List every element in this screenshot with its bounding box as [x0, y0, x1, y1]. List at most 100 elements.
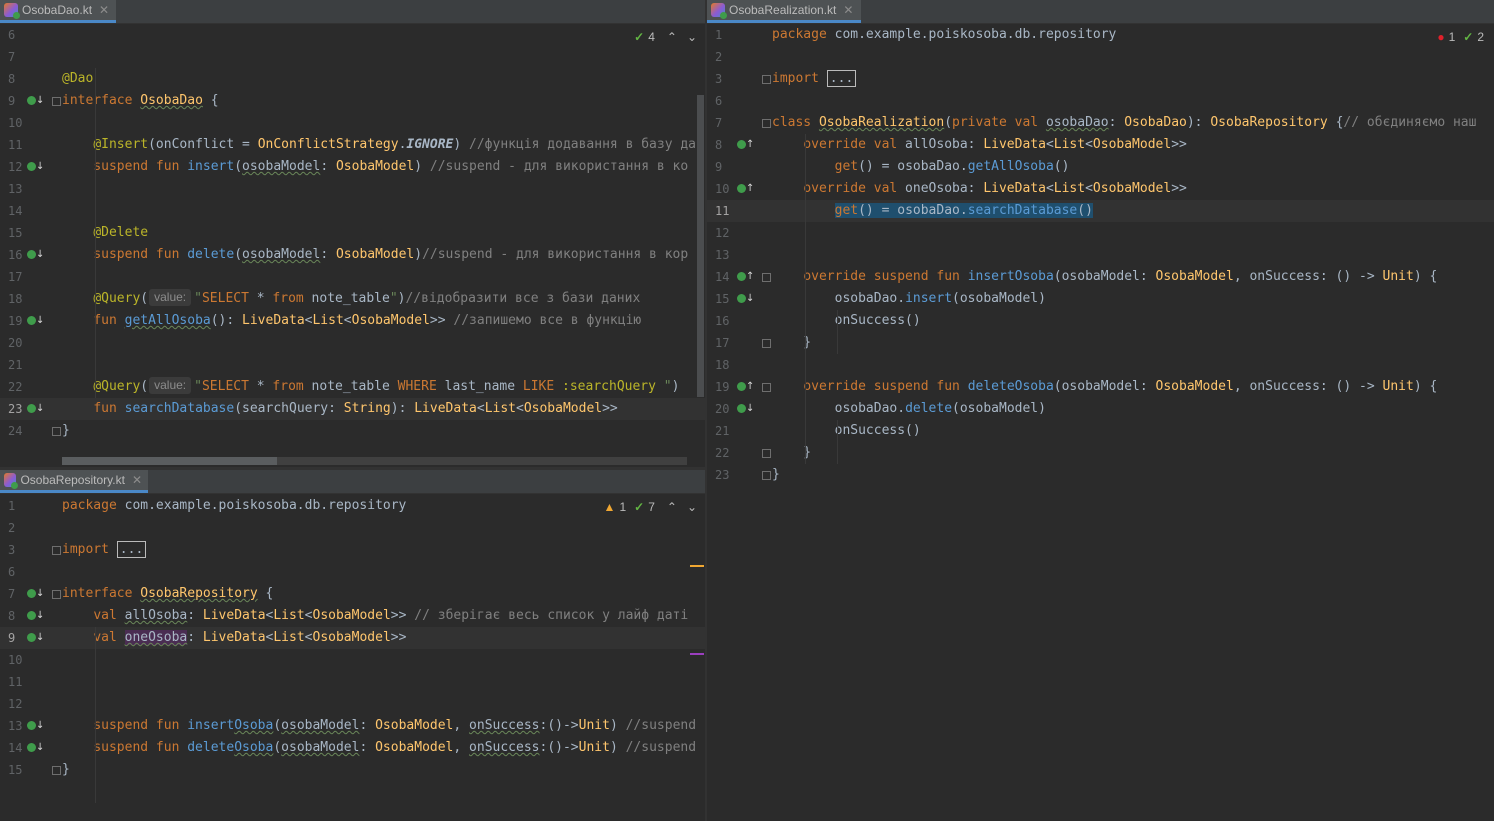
code-text[interactable]: fun getAllOsoba(): LiveData<List<OsobaMo…: [62, 310, 641, 332]
fold-marker-icon[interactable]: [762, 75, 771, 84]
line-number[interactable]: 8: [8, 68, 38, 90]
fold-marker-icon[interactable]: [762, 383, 771, 392]
line-number[interactable]: 14: [8, 200, 38, 222]
code-text[interactable]: get() = osobaDao.searchDatabase(): [772, 200, 1093, 222]
code-text[interactable]: class OsobaRealization(private val osoba…: [772, 112, 1476, 134]
close-icon[interactable]: ✕: [132, 473, 142, 487]
close-icon[interactable]: ✕: [843, 3, 853, 17]
code-text[interactable]: fun searchDatabase(searchQuery: String):…: [62, 398, 617, 420]
implemented-down-icon[interactable]: ↓: [737, 402, 754, 416]
code-line[interactable]: 22 @Query(value: "SELECT * from note_tabl…: [0, 376, 705, 398]
code-area[interactable]: 1 package com.example.poiskosoba.db.repos…: [0, 495, 705, 815]
code-line[interactable]: 19 fun getAllOsoba(): LiveData<List<Osob…: [0, 310, 705, 332]
code-line[interactable]: 2: [707, 46, 1494, 68]
code-text[interactable]: override val oneOsoba: LiveData<List<Oso…: [772, 178, 1187, 200]
code-area[interactable]: 6 7 8 @Dao 9 interface OsobaDao {↓ 10 11 @Inser…: [0, 24, 705, 442]
line-number[interactable]: 3: [8, 539, 38, 561]
code-line[interactable]: 1 package com.example.poiskosoba.db.repos…: [0, 495, 705, 517]
code-text[interactable]: val allOsoba: LiveData<List<OsobaModel>>…: [62, 605, 688, 627]
line-number[interactable]: 11: [8, 671, 38, 693]
code-text[interactable]: @Delete: [62, 222, 148, 244]
code-line[interactable]: 6: [0, 561, 705, 583]
implements-up-icon[interactable]: ↑: [737, 182, 754, 196]
code-line[interactable]: 14: [0, 200, 705, 222]
code-line[interactable]: 7 class OsobaRealization(private val osob…: [707, 112, 1494, 134]
implemented-down-icon[interactable]: ↓: [27, 587, 44, 601]
warning-marker[interactable]: [690, 565, 704, 567]
line-number[interactable]: 23: [715, 464, 745, 486]
line-number[interactable]: 15: [8, 222, 38, 244]
code-text[interactable]: @Insert(onConflict = OnConflictStrategy.…: [62, 134, 696, 156]
code-line[interactable]: 21: [0, 354, 705, 376]
line-number[interactable]: 2: [715, 46, 745, 68]
code-text[interactable]: }: [772, 464, 780, 486]
fold-marker-icon[interactable]: [762, 471, 771, 480]
code-line[interactable]: 15}: [0, 759, 705, 781]
tab-osobadao[interactable]: OsobaDao.kt ✕: [0, 0, 116, 23]
code-line[interactable]: 12: [0, 693, 705, 715]
fold-marker-icon[interactable]: [52, 590, 61, 599]
line-number[interactable]: 13: [8, 178, 38, 200]
code-line[interactable]: 7 interface OsobaRepository {↓: [0, 583, 705, 605]
line-number[interactable]: 24: [8, 420, 38, 442]
code-line[interactable]: 8 override val allOsoba: LiveData<List<O…: [707, 134, 1494, 156]
line-number[interactable]: 1: [715, 24, 745, 46]
code-text[interactable]: osobaDao.insert(osobaModel): [772, 288, 1046, 310]
fold-marker-icon[interactable]: [762, 273, 771, 282]
fold-marker-icon[interactable]: [762, 119, 771, 128]
code-line[interactable]: 3 import ...: [707, 68, 1494, 90]
line-number[interactable]: 12: [715, 222, 745, 244]
code-line[interactable]: 22 }: [707, 442, 1494, 464]
code-line[interactable]: 10: [0, 649, 705, 671]
code-line[interactable]: 18 @Query(value: "SELECT * from note_tabl…: [0, 288, 705, 310]
line-number[interactable]: 10: [8, 649, 38, 671]
code-line[interactable]: 9 get() = osobaDao.getAllOsoba(): [707, 156, 1494, 178]
fold-marker-icon[interactable]: [762, 339, 771, 348]
code-line[interactable]: 14 override suspend fun insertOsoba(osob…: [707, 266, 1494, 288]
line-number[interactable]: 2: [8, 517, 38, 539]
implements-up-icon[interactable]: ↑: [737, 380, 754, 394]
tab-osobarepository[interactable]: OsobaRepository.kt ✕: [0, 470, 148, 493]
line-number[interactable]: 17: [8, 266, 38, 288]
code-line[interactable]: 11: [0, 671, 705, 693]
code-line[interactable]: 6: [0, 24, 705, 46]
line-number[interactable]: 22: [8, 376, 38, 398]
code-text[interactable]: import ...: [62, 539, 147, 561]
fold-marker-icon[interactable]: [52, 427, 61, 436]
code-line[interactable]: 1 package com.example.poiskosoba.db.repos…: [707, 24, 1494, 46]
code-text[interactable]: import ...: [772, 68, 857, 90]
code-text[interactable]: onSuccess(): [772, 420, 921, 442]
code-line[interactable]: 2: [0, 517, 705, 539]
implemented-down-icon[interactable]: ↓: [737, 292, 754, 306]
code-line[interactable]: 9 val oneOsoba: LiveData<List<OsobaModel…: [0, 627, 705, 649]
line-number[interactable]: 9: [715, 156, 745, 178]
line-number[interactable]: 16: [715, 310, 745, 332]
vertical-scrollbar[interactable]: [697, 95, 704, 397]
code-line[interactable]: 17 }: [707, 332, 1494, 354]
code-text[interactable]: @Query(value: "SELECT * from note_table W…: [62, 376, 679, 398]
tab-osobarealization[interactable]: OsobaRealization.kt ✕: [707, 0, 861, 23]
code-text[interactable]: package com.example.poiskosoba.db.reposi…: [62, 495, 406, 517]
code-text[interactable]: @Query(value: "SELECT * from note_table")…: [62, 288, 640, 310]
code-text[interactable]: @Dao: [62, 68, 93, 90]
code-text[interactable]: override suspend fun deleteOsoba(osobaMo…: [772, 376, 1437, 398]
implements-up-icon[interactable]: ↑: [737, 138, 754, 152]
implemented-down-icon[interactable]: ↓: [27, 314, 44, 328]
code-line[interactable]: 3 import ...: [0, 539, 705, 561]
line-number[interactable]: 22: [715, 442, 745, 464]
code-line[interactable]: 17: [0, 266, 705, 288]
line-number[interactable]: 18: [715, 354, 745, 376]
horizontal-scrollbar[interactable]: [62, 457, 687, 465]
line-number[interactable]: 11: [715, 200, 745, 222]
line-number[interactable]: 13: [715, 244, 745, 266]
line-number[interactable]: 6: [715, 90, 745, 112]
code-text[interactable]: get() = osobaDao.getAllOsoba(): [772, 156, 1070, 178]
line-number[interactable]: 18: [8, 288, 38, 310]
fold-marker-icon[interactable]: [52, 546, 61, 555]
line-number[interactable]: 21: [8, 354, 38, 376]
fold-marker-icon[interactable]: [762, 449, 771, 458]
code-line[interactable]: 20: [0, 332, 705, 354]
code-line[interactable]: 11 @Insert(onConflict = OnConflictStrate…: [0, 134, 705, 156]
fold-marker-icon[interactable]: [52, 766, 61, 775]
code-text[interactable]: interface OsobaRepository {: [62, 583, 273, 605]
